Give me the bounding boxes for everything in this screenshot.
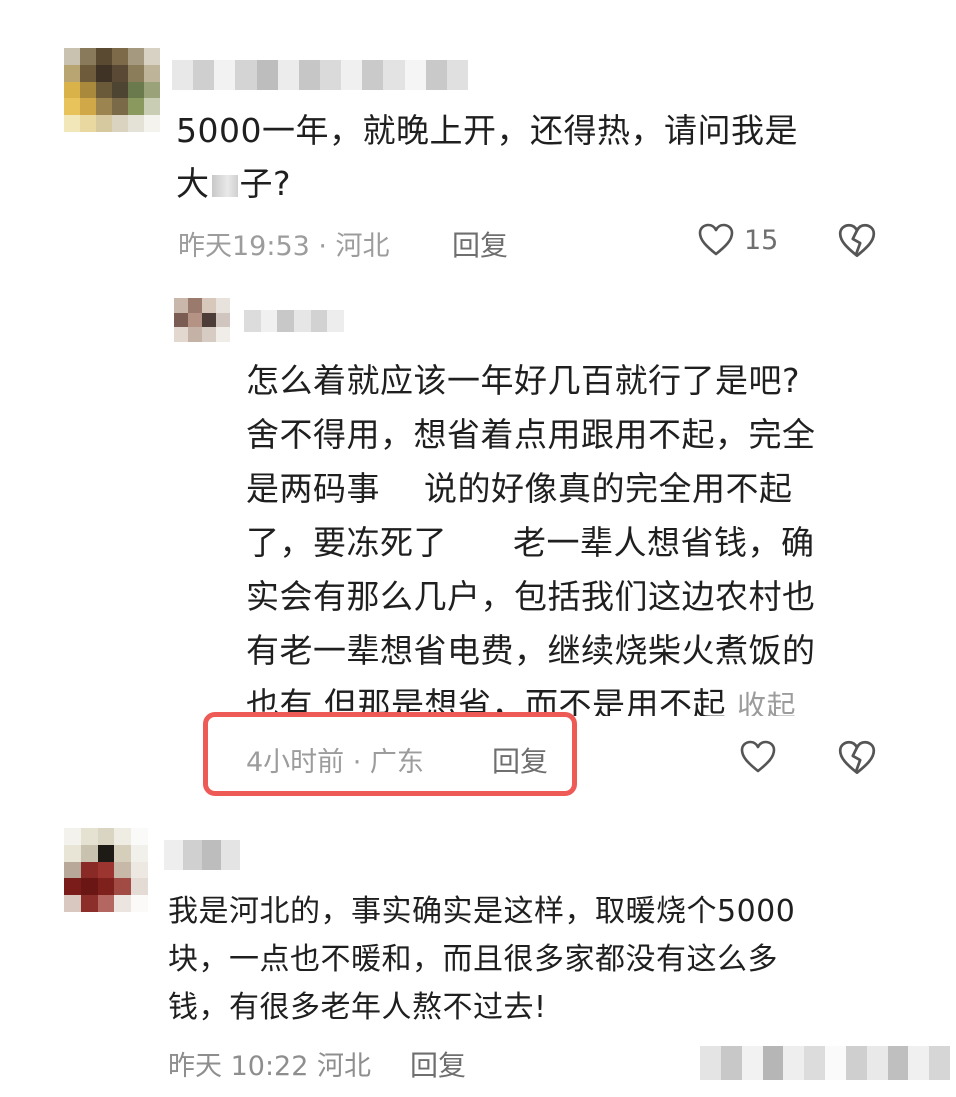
- dislike-button[interactable]: [836, 220, 878, 266]
- like-button[interactable]: [738, 737, 778, 781]
- heart-outline-icon: [740, 740, 776, 773]
- comment-line: 钱，有很多老年人熬不过去!: [168, 990, 547, 1025]
- reply-line: 也有 但那是想省，而不是用不起 收起: [246, 678, 906, 716]
- reply-time-location: 4小时前 · 广东: [246, 747, 424, 778]
- comment-time-location: 昨天19:53 · 河北: [178, 231, 390, 262]
- comment-line: 5000一年，就晚上开，还得热，请问我是: [176, 111, 798, 150]
- reply-line: 怎么着就应该一年好几百就行了是吧?: [246, 361, 801, 400]
- reply-line: 是两码事 说的好像真的完全用不起: [246, 469, 793, 508]
- avatar[interactable]: [64, 828, 148, 912]
- comment-line: 我是河北的，事实确实是这样，取暖烧个5000: [168, 894, 796, 929]
- reply-line: 有老一辈想省电费，继续烧柴火煮饭的: [246, 631, 816, 670]
- collapse-button[interactable]: 收起: [737, 689, 796, 716]
- like-button[interactable]: 15: [696, 220, 778, 260]
- comment-text: 5000一年，就晚上开，还得热，请问我是 大子?: [176, 104, 896, 210]
- reply-line: 实会有那么几户，包括我们这边农村也: [246, 577, 816, 616]
- like-count: 15: [744, 224, 779, 256]
- comment-line: 大子?: [176, 157, 896, 210]
- broken-heart-icon: [838, 223, 876, 258]
- avatar[interactable]: [174, 298, 230, 342]
- broken-heart-icon: [838, 740, 876, 775]
- reply-text: 怎么着就应该一年好几百就行了是吧? 舍不得用，想省着点用跟用不起，完全 是两码事…: [246, 354, 906, 716]
- reply-line: 舍不得用，想省着点用跟用不起，完全: [246, 415, 816, 454]
- reply-line: 了，要冻死了 老一辈人想省钱，确: [246, 523, 815, 562]
- username-blurred[interactable]: [172, 60, 468, 90]
- comment-time-location: 昨天 10:22 河北: [168, 1051, 371, 1082]
- username-blurred[interactable]: [244, 310, 344, 332]
- avatar[interactable]: [64, 48, 160, 132]
- like-dislike-blurred[interactable]: [700, 1046, 950, 1080]
- comment-line: 块，一点也不暖和，而且很多家都没有这么多: [168, 942, 778, 977]
- comment-fragment: 大: [176, 164, 210, 203]
- heart-outline-icon: [698, 223, 734, 256]
- dislike-button[interactable]: [836, 737, 878, 783]
- comment-text: 我是河北的，事实确实是这样，取暖烧个5000 块，一点也不暖和，而且很多家都没有…: [168, 888, 928, 1032]
- reply-button[interactable]: 回复: [492, 740, 548, 780]
- comment-fragment: 子?: [239, 164, 292, 203]
- censored-word: [211, 174, 238, 197]
- reply-button[interactable]: 回复: [452, 224, 508, 264]
- username-blurred[interactable]: [164, 840, 240, 870]
- reply-button[interactable]: 回复: [410, 1044, 466, 1084]
